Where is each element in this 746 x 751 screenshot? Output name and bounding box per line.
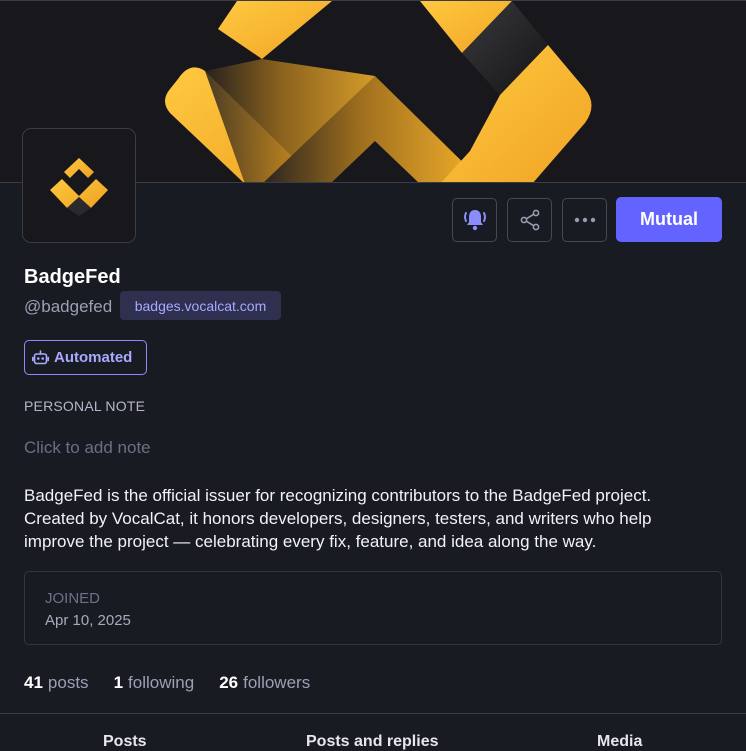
automated-badge: Automated	[24, 340, 147, 375]
tab-media[interactable]: Media	[597, 733, 642, 751]
mutual-follow-button[interactable]: Mutual	[616, 197, 722, 242]
stat-label: followers	[243, 673, 311, 692]
bio-line: BadgeFed is the official issuer for reco…	[24, 486, 652, 505]
bell-ringing-icon	[463, 210, 486, 231]
automated-badge-label: Automated	[54, 349, 133, 366]
personal-note-field[interactable]: Click to add note	[24, 438, 151, 458]
stat-followers[interactable]: 26 followers	[219, 673, 310, 693]
personal-note-label: PERSONAL NOTE	[24, 398, 146, 414]
stat-posts[interactable]: 41 posts	[24, 673, 89, 693]
username: @badgefed	[24, 297, 113, 316]
stat-count: 41	[24, 673, 43, 692]
profile-stats: 41 posts 1 following 26 followers	[24, 673, 335, 693]
robot-icon	[32, 349, 49, 364]
tab-posts[interactable]: Posts	[103, 733, 147, 751]
joined-label: JOINED	[45, 590, 101, 607]
display-name: BadgeFed	[24, 266, 121, 288]
stat-count: 1	[113, 673, 124, 692]
joined-field: JOINED Apr 10, 2025	[24, 571, 722, 645]
domain-pill[interactable]: badges.vocalcat.com	[120, 291, 281, 320]
profile-bio: BadgeFed is the official issuer for reco…	[24, 484, 724, 553]
notify-button[interactable]	[452, 198, 497, 242]
stat-following[interactable]: 1 following	[114, 673, 195, 693]
share-button[interactable]	[507, 198, 552, 242]
stat-label: posts	[47, 673, 89, 692]
tab-posts-and-replies[interactable]: Posts and replies	[306, 733, 439, 751]
bio-line: improve the project — celebrating every …	[24, 532, 597, 551]
joined-date: Apr 10, 2025	[45, 612, 131, 629]
share-icon	[520, 209, 539, 231]
more-options-button[interactable]	[562, 198, 607, 242]
stat-count: 26	[219, 673, 239, 692]
stat-label: following	[128, 673, 195, 692]
tabs-divider	[0, 713, 746, 714]
badgefed-logo-icon	[50, 157, 108, 216]
ellipsis-icon	[574, 217, 595, 223]
avatar[interactable]	[22, 128, 136, 243]
bio-line: Created by VocalCat, it honors developer…	[24, 509, 652, 528]
